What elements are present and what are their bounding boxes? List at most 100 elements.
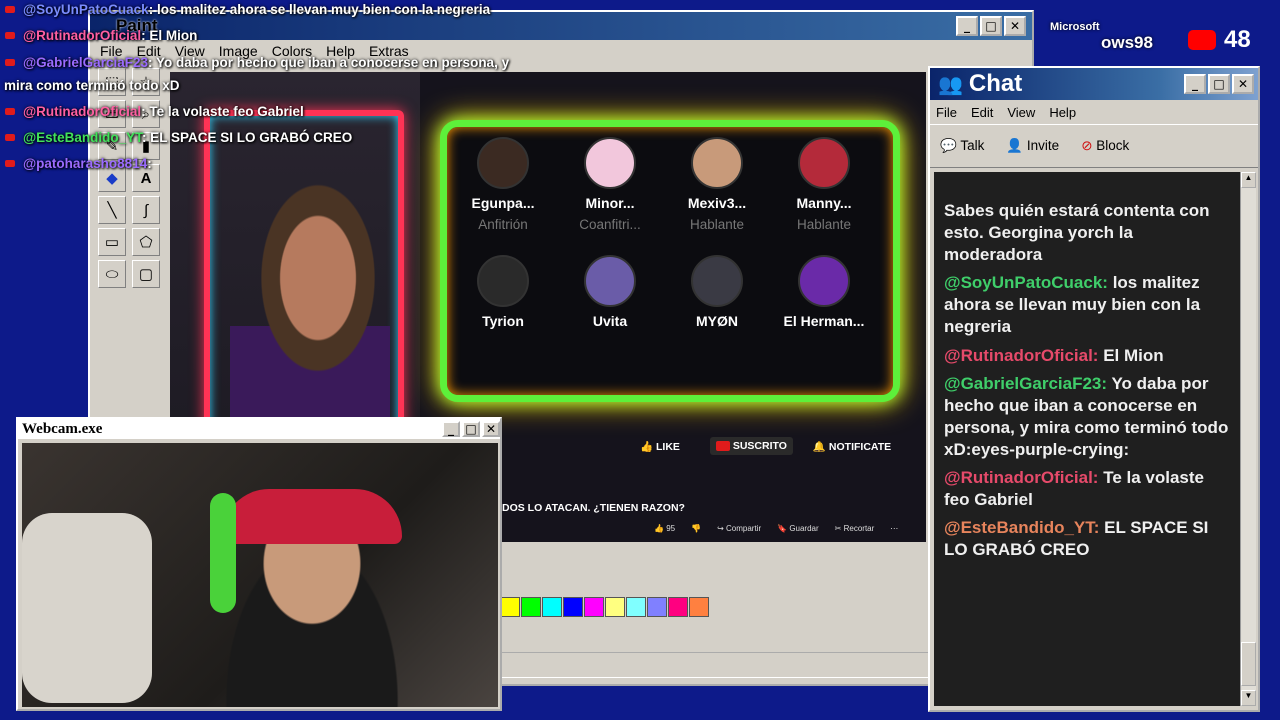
speaker-name: Minor... [585,195,635,211]
webcam-close-button[interactable]: ✕ [482,421,500,437]
chat-maximize-button[interactable]: □ [1208,74,1230,94]
scroll-thumb[interactable] [1241,642,1256,686]
chat-window: 👥 Chat _ □ ✕ File Edit View Help 💬 Talk … [928,66,1260,712]
block-button[interactable]: ⊘ Block [1081,138,1129,154]
chat-menu-edit[interactable]: Edit [971,105,993,120]
webcam-minimize-button[interactable]: _ [442,421,460,437]
speaker-card[interactable]: Egunpa... Anfitrión [453,137,553,232]
speaker-name: Tyrion [482,313,524,329]
overlay-chat-line: @RutinadorOficial: El Mion [0,28,620,43]
color-swatch[interactable] [542,597,562,617]
dislike-icon[interactable]: 👎 [691,524,701,533]
chat-message-user[interactable]: @GabrielGarciaF23: [944,374,1107,393]
webcam-maximize-button[interactable]: □ [462,421,480,437]
share-button[interactable]: ↪ Compartir [717,524,761,533]
chat-message: @RutinadorOficial: Te la volaste feo Gab… [944,467,1232,511]
color-swatch[interactable] [563,597,583,617]
like-button[interactable]: 👍 LIKE [640,440,680,453]
likes-count[interactable]: 👍 95 [654,524,675,533]
subscribe-button[interactable]: SUSCRITO [709,437,793,455]
overlay-chat-text: : Yo daba por hecho que iban a conocerse… [147,55,510,70]
speaker-role: Hablante [796,217,852,232]
speaker-card[interactable]: El Herman... [774,255,874,335]
overlay-chat-text: : [147,156,152,171]
chat-message: @RutinadorOficial: El Mion [944,345,1232,367]
chat-message-user[interactable]: @SoyUnPatoCuack: [944,273,1108,292]
overlay-chat-line: @patoharasho8814: [0,156,620,171]
maximize-button[interactable]: □ [980,16,1002,36]
speaker-card[interactable]: Tyrion [453,255,553,335]
chat-message-user[interactable]: @EsteBandido_YT: [944,518,1099,537]
save-button[interactable]: 🔖 Guardar [777,524,819,533]
speaker-card[interactable]: Uvita [560,255,660,335]
color-swatch[interactable] [668,597,688,617]
like-label: LIKE [656,440,680,453]
webcam-title: Webcam.exe [22,420,103,437]
speaker-name: Uvita [592,313,628,329]
color-swatch[interactable] [521,597,541,617]
speaker-name: MYØN [696,313,738,329]
curve-tool-icon[interactable]: ∫ [132,196,160,224]
youtube-icon [5,32,15,40]
chat-intro: Sabes quién estará contenta con esto. Ge… [944,201,1210,265]
avatar [584,255,636,307]
talk-icon: 💬 [940,138,957,153]
bell-icon: 🔔 [812,440,826,453]
chat-message: @EsteBandido_YT: EL SPACE SI LO GRABÓ CR… [944,517,1232,561]
chat-message: @GabrielGarciaF23: Yo daba por hecho que… [944,373,1232,461]
speaker-name: El Herman... [783,313,865,329]
chat-menu-view[interactable]: View [1007,105,1035,120]
speaker-card[interactable]: Mexiv3... Hablante [667,137,767,232]
scroll-up-icon[interactable]: ▲ [1241,172,1256,188]
overlay-chat-text: : Te la volaste feo Gabriel [141,104,304,119]
chat-message-user[interactable]: @RutinadorOficial: [944,468,1098,487]
avatar [691,255,743,307]
notify-button[interactable]: 🔔 NOTIFICATE [813,440,891,453]
speaker-card[interactable]: Minor... Coanfitri... [560,137,660,232]
youtube-icon [5,59,15,67]
scroll-down-icon[interactable]: ▼ [1241,690,1256,706]
speaker-role: Anfitrión [478,217,528,232]
color-swatch[interactable] [626,597,646,617]
speaker-card[interactable]: Manny... Hablante [774,137,874,232]
chat-scrollbar[interactable]: ▲ ▼ [1240,172,1256,706]
ellipse-tool-icon[interactable]: ⬭ [98,260,126,288]
action-row: 👍 LIKE SUSCRITO 🔔 NOTIFICATE [640,434,920,458]
overlay-chat-text: : El Mion [141,28,198,43]
talk-button[interactable]: 💬 Talk [940,138,984,154]
chat-close-button[interactable]: ✕ [1232,74,1254,94]
close-button[interactable]: ✕ [1004,16,1026,36]
chat-menu-file[interactable]: File [936,105,957,120]
clip-button[interactable]: ✂ Recortar [835,524,875,533]
more-icon[interactable]: ⋯ [890,524,898,533]
green-headphones [210,493,236,613]
rectangle-tool-icon[interactable]: ▭ [98,228,126,256]
chat-message-user[interactable]: @RutinadorOficial: [944,346,1098,365]
invite-button[interactable]: 👤 Invite [1006,138,1059,154]
windows-logo: Microsoft ows98 [1046,21,1153,51]
chat-menu-help[interactable]: Help [1049,105,1076,120]
block-icon: ⊘ [1081,138,1093,153]
youtube-icon [1188,30,1216,50]
color-swatch[interactable] [500,597,520,617]
overlay-chat-text: mira como terminó todo xD [4,78,180,93]
color-swatch[interactable] [689,597,709,617]
speaker-card[interactable]: MYØN [667,255,767,335]
brand-top: Microsoft [1050,21,1100,33]
viewer-count-value: 48 [1224,26,1251,53]
overlay-chat-text: : EL SPACE SI LO GRABÓ CREO [141,130,353,145]
color-swatch[interactable] [605,597,625,617]
chat-title: Chat [968,70,1023,97]
minimize-button[interactable]: _ [956,16,978,36]
color-swatch[interactable] [647,597,667,617]
chat-minimize-button[interactable]: _ [1184,74,1206,94]
chat-menubar: File Edit View Help [930,100,1258,124]
chair-shape [22,513,152,703]
rounded-rect-tool-icon[interactable]: ▢ [132,260,160,288]
color-swatch[interactable] [584,597,604,617]
notify-label: NOTIFICATE [828,440,892,453]
viewer-count: 48 [1188,26,1251,54]
polygon-tool-icon[interactable]: ⬠ [132,228,160,256]
line-tool-icon[interactable]: ╲ [98,196,126,224]
overlay-chat-user: @EsteBandido_YT [23,130,142,145]
